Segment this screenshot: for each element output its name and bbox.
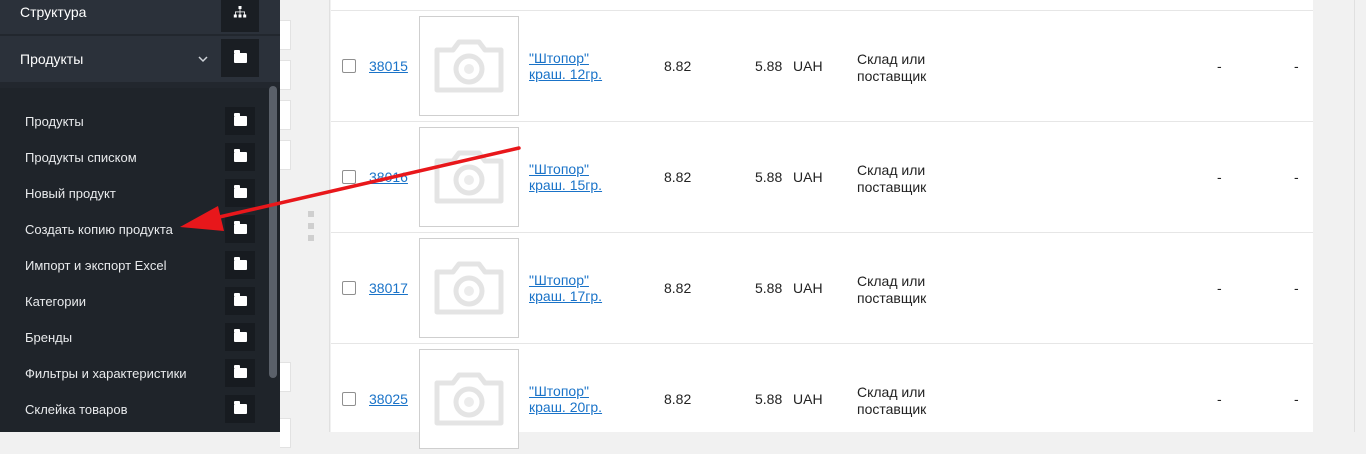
product-name-link[interactable]: "Штопор" краш. 17гр.: [529, 272, 602, 304]
sidebar-item-label: Продукты: [20, 51, 84, 67]
sidebar-item-label: Бренды: [25, 329, 73, 345]
sidebar-item-products-list[interactable]: Продукты списком: [0, 139, 264, 175]
currency: UAH: [793, 391, 823, 407]
product-name-link[interactable]: "Штопор" краш. 15гр.: [529, 161, 602, 193]
price-secondary: 5.88: [755, 58, 783, 74]
table-row: 38017 "Штопор" краш. 17гр. 8.82 5.88 UAH …: [331, 232, 1313, 343]
stock-source: Склад или поставщик: [857, 273, 927, 306]
price-secondary: 5.88: [755, 280, 783, 296]
row-checkbox[interactable]: [342, 59, 356, 73]
folder-icon: [225, 179, 255, 207]
product-id-link[interactable]: 38017: [369, 280, 408, 296]
sidebar-item-structure[interactable]: Структура: [0, 0, 280, 34]
sitemap-icon: [221, 0, 259, 32]
folder-icon: [221, 39, 259, 77]
sidebar-item-label: Структура: [20, 4, 87, 20]
cell-b: -: [1294, 58, 1299, 74]
sidebar-item-merge[interactable]: Склейка товаров: [0, 391, 264, 427]
sidebar-item-categories[interactable]: Категории: [0, 283, 264, 319]
price-secondary: 5.88: [755, 391, 783, 407]
row-checkbox[interactable]: [342, 392, 356, 406]
folder-icon: [225, 287, 255, 315]
cell-b: -: [1294, 391, 1299, 407]
product-id-link[interactable]: 38015: [369, 58, 408, 74]
cell-b: -: [1294, 280, 1299, 296]
table-row: 38016 "Штопор" краш. 15гр. 8.82 5.88 UAH …: [331, 121, 1313, 232]
row-checkbox[interactable]: [342, 170, 356, 184]
currency: UAH: [793, 58, 823, 74]
drag-handle[interactable]: [308, 211, 314, 247]
price: 8.82: [664, 280, 692, 296]
sidebar-item-label: Новый продукт: [25, 185, 116, 201]
sidebar-item-brands[interactable]: Бренды: [0, 319, 264, 355]
cell-b: -: [1294, 169, 1299, 185]
folder-icon: [225, 215, 255, 243]
sidebar: Структура Продукты Продукты Продукты спи…: [0, 0, 280, 432]
folder-icon: [225, 323, 255, 351]
sidebar-item-copy-product[interactable]: Создать копию продукта: [0, 211, 264, 247]
cell-a: -: [1217, 58, 1222, 74]
folder-icon: [225, 107, 255, 135]
folder-icon: [225, 395, 255, 423]
cell-a: -: [1217, 391, 1222, 407]
sidebar-item-label: Импорт и экспорт Excel: [25, 257, 167, 273]
sidebar-item-label: Категории: [25, 293, 86, 309]
currency: UAH: [793, 280, 823, 296]
sidebar-item-new-product[interactable]: Новый продукт: [0, 175, 264, 211]
sidebar-item-label: Фильтры и характеристики: [25, 365, 187, 381]
folder-icon: [225, 359, 255, 387]
sidebar-item-products[interactable]: Продукты: [0, 36, 280, 82]
sidebar-submenu: Продукты Продукты списком Новый продукт …: [0, 88, 280, 432]
product-name-link[interactable]: "Штопор" краш. 20гр.: [529, 383, 602, 415]
camera-icon[interactable]: [419, 16, 519, 116]
sidebar-item-products-grid[interactable]: Продукты: [0, 103, 264, 139]
sidebar-item-filters[interactable]: Фильтры и характеристики: [0, 355, 264, 391]
sidebar-item-label: Продукты: [25, 113, 84, 129]
price: 8.82: [664, 391, 692, 407]
product-name-link[interactable]: "Штопор" краш. 12гр.: [529, 50, 602, 82]
products-table: 38015 "Штопор" краш. 12гр. 8.82 5.88 UAH …: [331, 0, 1313, 449]
filter-field[interactable]: [280, 362, 291, 392]
filter-field[interactable]: [280, 418, 291, 448]
camera-icon[interactable]: [419, 127, 519, 227]
cell-a: -: [1217, 280, 1222, 296]
sidebar-scrollbar[interactable]: [269, 86, 277, 378]
stock-source: Склад или поставщик: [857, 162, 927, 195]
filter-field[interactable]: [280, 140, 291, 170]
filter-field[interactable]: [280, 20, 291, 50]
product-id-link[interactable]: 38016: [369, 169, 408, 185]
currency: UAH: [793, 169, 823, 185]
filter-field[interactable]: [280, 60, 291, 90]
price: 8.82: [664, 58, 692, 74]
filter-field[interactable]: [280, 100, 291, 130]
folder-icon: [225, 251, 255, 279]
stock-source: Склад или поставщик: [857, 51, 927, 84]
chevron-down-icon[interactable]: [198, 52, 208, 66]
camera-icon[interactable]: [419, 238, 519, 338]
sidebar-item-label: Создать копию продукта: [25, 221, 173, 237]
cell-a: -: [1217, 169, 1222, 185]
table-row: 38025 "Штопор" краш. 20гр. 8.82 5.88 UAH …: [331, 343, 1313, 454]
folder-icon: [225, 143, 255, 171]
stock-source: Склад или поставщик: [857, 384, 927, 417]
row-checkbox[interactable]: [342, 281, 356, 295]
product-id-link[interactable]: 38025: [369, 391, 408, 407]
price-secondary: 5.88: [755, 169, 783, 185]
sidebar-item-label: Продукты списком: [25, 149, 137, 165]
page-scrollbar[interactable]: [1354, 0, 1366, 432]
price: 8.82: [664, 169, 692, 185]
filter-panel-edge: [280, 0, 330, 448]
table-row: 38015 "Штопор" краш. 12гр. 8.82 5.88 UAH …: [331, 10, 1313, 121]
sidebar-item-import-export[interactable]: Импорт и экспорт Excel: [0, 247, 264, 283]
sidebar-item-label: Склейка товаров: [25, 401, 128, 417]
camera-icon[interactable]: [419, 349, 519, 449]
